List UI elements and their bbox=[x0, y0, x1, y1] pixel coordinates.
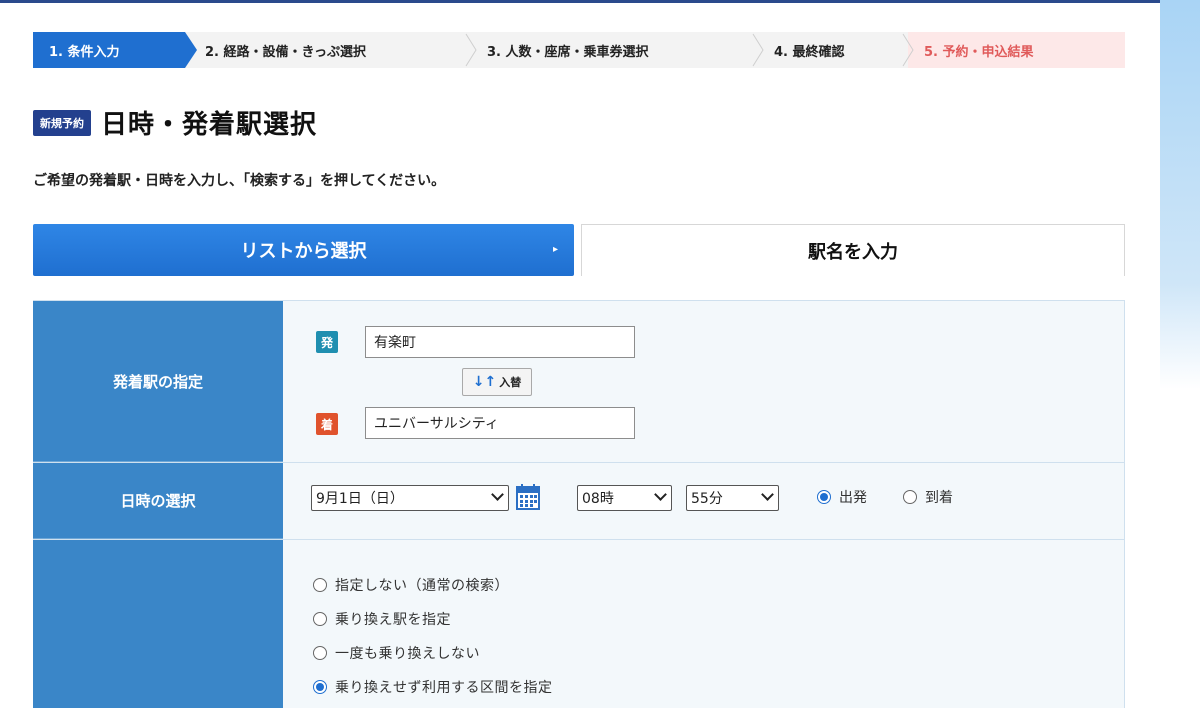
date-select-value: 9月1日（日） bbox=[316, 491, 404, 507]
chevron-down-icon bbox=[491, 488, 504, 501]
step-divider-icon bbox=[465, 33, 477, 67]
transfer-option-label: 一度も乗り換えしない bbox=[335, 646, 480, 662]
radio-empty-icon bbox=[313, 646, 327, 660]
instruction-text: ご希望の発着駅・日時を入力し、「検索する」を押してください。 bbox=[33, 173, 446, 189]
calendar-icon[interactable] bbox=[515, 483, 541, 511]
transfer-option-label: 指定しない（通常の検索） bbox=[335, 578, 509, 594]
hour-select-value: 08時 bbox=[582, 491, 614, 507]
radio-selected-icon bbox=[313, 680, 327, 694]
departure-tag: 発 bbox=[316, 331, 338, 353]
swap-arrows-icon: ↓↑ bbox=[472, 374, 497, 390]
hour-select[interactable]: 08時 bbox=[577, 485, 672, 511]
chevron-down-icon bbox=[761, 488, 774, 501]
step-divider-icon bbox=[902, 33, 914, 67]
tab-list-label: リストから選択 bbox=[240, 241, 367, 262]
arrival-tag: 着 bbox=[316, 413, 338, 435]
arrival-station-input[interactable]: ユニバーサルシティ bbox=[365, 407, 635, 439]
step-route: 2. 経路・設備・きっぷ選択 bbox=[185, 32, 477, 68]
minute-select[interactable]: 55分 bbox=[686, 485, 779, 511]
transfer-option-label: 乗り換えせず利用する区間を指定 bbox=[335, 680, 553, 696]
radio-empty-icon bbox=[313, 578, 327, 592]
transfer-option-specify-station[interactable]: 乗り換え駅を指定 bbox=[313, 602, 553, 636]
transfer-option-no-transfer[interactable]: 一度も乗り換えしない bbox=[313, 636, 553, 670]
tab-enter-station-name[interactable]: 駅名を入力 bbox=[581, 224, 1125, 276]
top-rule bbox=[0, 0, 1160, 3]
step-result: 5. 予約・申込結果 bbox=[908, 32, 1125, 68]
datetime-row-label: 日時の選択 bbox=[33, 463, 283, 539]
station-row-label: 発着駅の指定 bbox=[33, 301, 283, 462]
side-gradient-panel bbox=[1160, 0, 1200, 708]
tab-select-from-list[interactable]: リストから選択 ▸ bbox=[33, 224, 574, 276]
minute-select-value: 55分 bbox=[691, 491, 723, 507]
triangle-right-icon: ▸ bbox=[552, 244, 558, 255]
tab-name-label: 駅名を入力 bbox=[808, 241, 898, 263]
transfer-option-none[interactable]: 指定しない（通常の検索） bbox=[313, 568, 553, 602]
departure-radio-label: 出発 bbox=[839, 490, 867, 506]
swap-label: 入替 bbox=[499, 376, 522, 389]
search-form: 発着駅の指定 発 有楽町 ↓↑ 入替 着 ユニバーサルシティ 日時の選択 9月1… bbox=[33, 300, 1125, 708]
radio-empty-icon bbox=[903, 490, 917, 504]
transfer-options: 指定しない（通常の検索） 乗り換え駅を指定 一度も乗り換えしない 乗り換えせず利… bbox=[313, 568, 553, 704]
swap-stations-button[interactable]: ↓↑ 入替 bbox=[462, 368, 532, 396]
step-confirm: 4. 最終確認 bbox=[758, 32, 914, 68]
transfer-row: 指定しない（通常の検索） 乗り換え駅を指定 一度も乗り換えしない 乗り換えせず利… bbox=[33, 540, 1125, 708]
arrival-radio-label: 到着 bbox=[925, 490, 953, 506]
station-row: 発着駅の指定 発 有楽町 ↓↑ 入替 着 ユニバーサルシティ bbox=[33, 300, 1125, 463]
transfer-row-content: 指定しない（通常の検索） 乗り換え駅を指定 一度も乗り換えしない 乗り換えせず利… bbox=[283, 540, 1125, 708]
date-select[interactable]: 9月1日（日） bbox=[311, 485, 509, 511]
progress-stepper: 1. 条件入力 2. 経路・設備・きっぷ選択 3. 人数・座席・乗車券選択 4.… bbox=[33, 32, 1125, 68]
page-title: 日時・発着駅選択 bbox=[101, 110, 318, 140]
arrival-radio[interactable]: 到着 bbox=[903, 487, 953, 507]
datetime-row: 日時の選択 9月1日（日） 08時 55分 出発 到着 bbox=[33, 463, 1125, 540]
station-row-content: 発 有楽町 ↓↑ 入替 着 ユニバーサルシティ bbox=[283, 301, 1125, 462]
transfer-option-label: 乗り換え駅を指定 bbox=[335, 612, 451, 628]
chevron-down-icon bbox=[654, 488, 667, 501]
datetime-row-content: 9月1日（日） 08時 55分 出発 到着 bbox=[283, 463, 1125, 539]
step-seats: 3. 人数・座席・乗車券選択 bbox=[471, 32, 764, 68]
step-divider-icon bbox=[752, 33, 764, 67]
transfer-option-specify-section[interactable]: 乗り換えせず利用する区間を指定 bbox=[313, 670, 553, 704]
step-conditions: 1. 条件入力 bbox=[33, 32, 197, 68]
departure-station-input[interactable]: 有楽町 bbox=[365, 326, 635, 358]
page-header: 新規予約 日時・発着駅選択 bbox=[33, 104, 317, 141]
radio-empty-icon bbox=[313, 612, 327, 626]
new-reservation-badge: 新規予約 bbox=[33, 109, 91, 136]
transfer-row-label bbox=[33, 540, 283, 708]
departure-radio[interactable]: 出発 bbox=[817, 487, 867, 507]
radio-selected-icon bbox=[817, 490, 831, 504]
